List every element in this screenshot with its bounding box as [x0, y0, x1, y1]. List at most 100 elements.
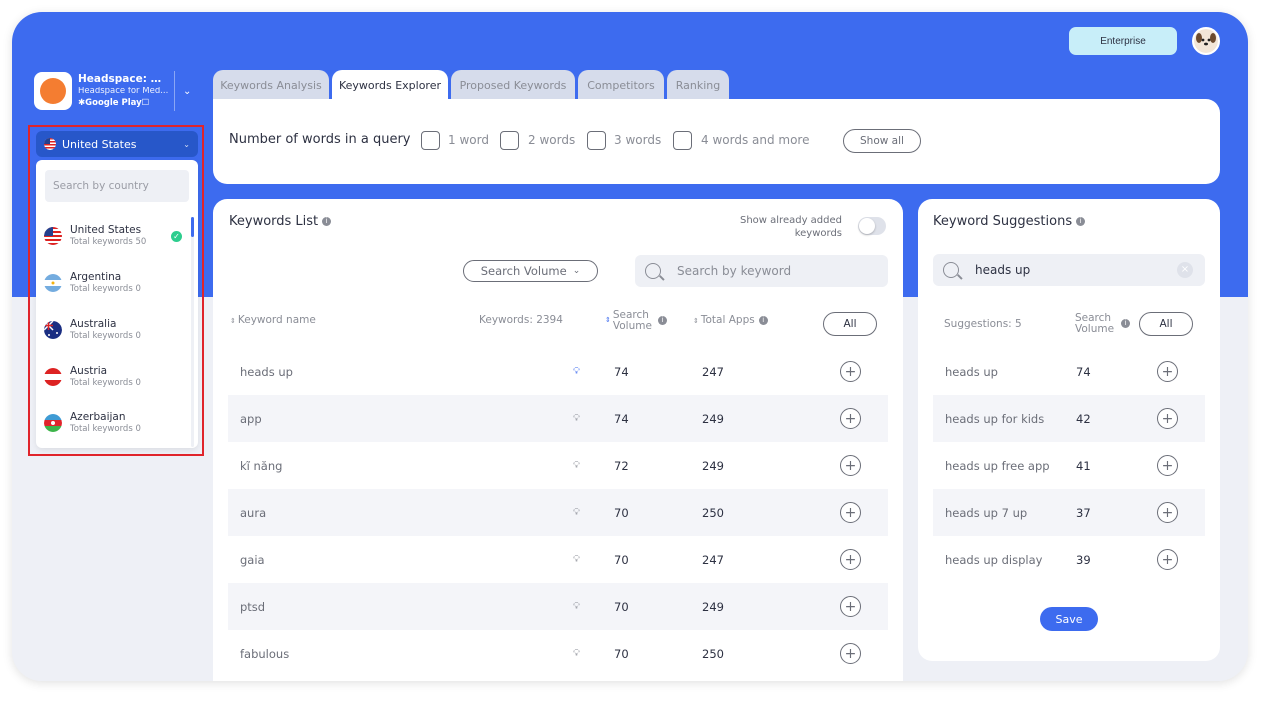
- info-icon[interactable]: i: [658, 316, 667, 325]
- four-words-label: 4 words and more: [701, 133, 810, 147]
- add-keyword-button[interactable]: +: [840, 643, 861, 664]
- one-word-checkbox[interactable]: [421, 131, 440, 150]
- suggestion-volume: 39: [1076, 552, 1091, 567]
- total-apps: 247: [702, 364, 724, 379]
- add-keyword-button[interactable]: +: [840, 502, 861, 523]
- country-dropdown-panel: United StatesTotal keywords 50 ✓ Argenti…: [36, 160, 198, 448]
- three-words-checkbox[interactable]: [587, 131, 606, 150]
- column-total-apps[interactable]: ⇕ Total Apps i: [693, 315, 768, 326]
- user-avatar[interactable]: [1192, 27, 1220, 55]
- info-icon[interactable]: i: [1121, 319, 1130, 328]
- country-search-input[interactable]: [45, 170, 189, 202]
- suggestion-name: heads up display: [945, 552, 1043, 567]
- search-icon: [645, 263, 661, 279]
- suggestions-count: Suggestions: 5: [944, 318, 1022, 330]
- lightbulb-icon[interactable]: 💡︎: [573, 554, 580, 565]
- tab-proposed-keywords[interactable]: Proposed Keywords: [451, 70, 575, 100]
- column-keyword-name[interactable]: ⇕ Keyword name: [230, 315, 316, 326]
- country-item-australia[interactable]: Australia Total keywords 0: [44, 312, 182, 348]
- sort-icon: ⇕: [605, 316, 611, 324]
- tab-ranking[interactable]: Ranking: [667, 70, 729, 100]
- four-words-checkbox[interactable]: [673, 131, 692, 150]
- add-suggestion-button[interactable]: +: [1157, 502, 1178, 523]
- column-search-volume[interactable]: ⇕ Search Volume i: [605, 310, 667, 331]
- show-already-label: Show already added keywords: [739, 215, 842, 239]
- suggestion-name: heads up for kids: [945, 411, 1045, 426]
- keyword-name: aura: [240, 505, 267, 520]
- keyword-name: fabulous: [240, 646, 290, 661]
- keyword-search-input[interactable]: [677, 264, 877, 278]
- suggestion-search[interactable]: ×: [933, 254, 1205, 286]
- total-apps: 249: [702, 458, 724, 473]
- one-word-label: 1 word: [448, 133, 489, 147]
- show-already-toggle[interactable]: [858, 217, 886, 235]
- add-suggestion-button[interactable]: +: [1157, 361, 1178, 382]
- total-apps: 247: [702, 552, 724, 567]
- country-item-united-states[interactable]: United States Total keywords 50 ✓: [44, 218, 182, 254]
- app-name: Headspace: Me...: [78, 73, 170, 85]
- info-icon[interactable]: i: [758, 315, 768, 325]
- country-item-argentina[interactable]: Argentina Total keywords 0: [44, 265, 182, 301]
- us-flag-icon: [44, 227, 62, 245]
- info-icon[interactable]: i: [322, 217, 332, 226]
- country-keyword-count: Total keywords 0: [70, 378, 141, 389]
- add-keyword-button[interactable]: +: [840, 549, 861, 570]
- tab-competitors[interactable]: Competitors: [578, 70, 664, 100]
- keywords-list-title: Keywords List i: [229, 214, 332, 229]
- keywords-list-card: Keywords List i Show already added keywor…: [213, 199, 903, 681]
- add-suggestion-button[interactable]: +: [1157, 455, 1178, 476]
- words-filter-card: Number of words in a query 1 word 2 word…: [213, 99, 1220, 184]
- suggestion-volume: 74: [1076, 364, 1091, 379]
- app-frame: Enterprise Headspace: Me... Headspace fo…: [12, 12, 1248, 681]
- sort-select[interactable]: Search Volume ⌄: [463, 260, 598, 282]
- info-icon[interactable]: i: [1076, 217, 1086, 226]
- country-keyword-count: Total keywords 0: [70, 284, 141, 295]
- argentina-flag-icon: [44, 274, 62, 292]
- add-all-button[interactable]: All: [823, 312, 877, 336]
- add-keyword-button[interactable]: +: [840, 455, 861, 476]
- lightbulb-icon[interactable]: 💡︎: [573, 413, 580, 424]
- lightbulb-icon[interactable]: 💡︎: [573, 366, 580, 377]
- suggestion-volume: 41: [1076, 458, 1091, 473]
- table-row: heads up 💡︎ 74 247 +: [228, 348, 888, 395]
- add-all-suggestions-button[interactable]: All: [1139, 312, 1193, 336]
- three-words-label: 3 words: [614, 133, 662, 147]
- lightbulb-icon[interactable]: 💡︎: [573, 648, 580, 659]
- keyword-name: gaia: [240, 552, 265, 567]
- lightbulb-icon[interactable]: 💡︎: [573, 460, 580, 471]
- add-keyword-button[interactable]: +: [840, 596, 861, 617]
- save-button[interactable]: Save: [1040, 607, 1098, 631]
- show-all-button[interactable]: Show all: [843, 129, 921, 153]
- suggestion-search-input[interactable]: [975, 263, 1165, 277]
- chevron-down-icon[interactable]: ⌄: [183, 86, 191, 97]
- austria-flag-icon: [44, 368, 62, 386]
- tab-keywords-analysis[interactable]: Keywords Analysis: [213, 70, 329, 100]
- country-item-azerbaijan[interactable]: Azerbaijan Total keywords 0: [44, 405, 182, 441]
- country-select[interactable]: United States ⌄: [36, 131, 198, 157]
- search-volume: 70: [614, 599, 629, 614]
- country-scrollbar[interactable]: [191, 217, 194, 447]
- add-suggestion-button[interactable]: +: [1157, 408, 1178, 429]
- keyword-suggestions-card: Keyword Suggestionsi × Suggestions: 5 Se…: [918, 199, 1220, 661]
- two-words-label: 2 words: [528, 133, 576, 147]
- add-keyword-button[interactable]: +: [840, 361, 861, 382]
- lightbulb-icon[interactable]: 💡︎: [573, 601, 580, 612]
- country-item-austria[interactable]: Austria Total keywords 0: [44, 359, 182, 395]
- add-keyword-button[interactable]: +: [840, 408, 861, 429]
- app-selector[interactable]: Headspace: Me... Headspace for Med... ✱G…: [34, 70, 202, 112]
- list-item: heads up 7 up 37 +: [933, 489, 1205, 536]
- table-row: kĩ năng 💡︎ 72 249 +: [228, 442, 888, 489]
- azerbaijan-flag-icon: [44, 414, 62, 432]
- app-icon: [34, 72, 72, 110]
- external-link-icon: ☐: [141, 97, 150, 108]
- app-store-link[interactable]: ✱Google Play☐: [78, 97, 170, 108]
- add-suggestion-button[interactable]: +: [1157, 549, 1178, 570]
- enterprise-button[interactable]: Enterprise: [1069, 27, 1177, 55]
- words-filter-label: Number of words in a query: [229, 132, 411, 147]
- two-words-checkbox[interactable]: [500, 131, 519, 150]
- divider: [174, 71, 175, 111]
- keyword-search[interactable]: [635, 255, 888, 287]
- clear-icon[interactable]: ×: [1177, 262, 1193, 278]
- tab-keywords-explorer[interactable]: Keywords Explorer: [332, 70, 448, 100]
- lightbulb-icon[interactable]: 💡︎: [573, 507, 580, 518]
